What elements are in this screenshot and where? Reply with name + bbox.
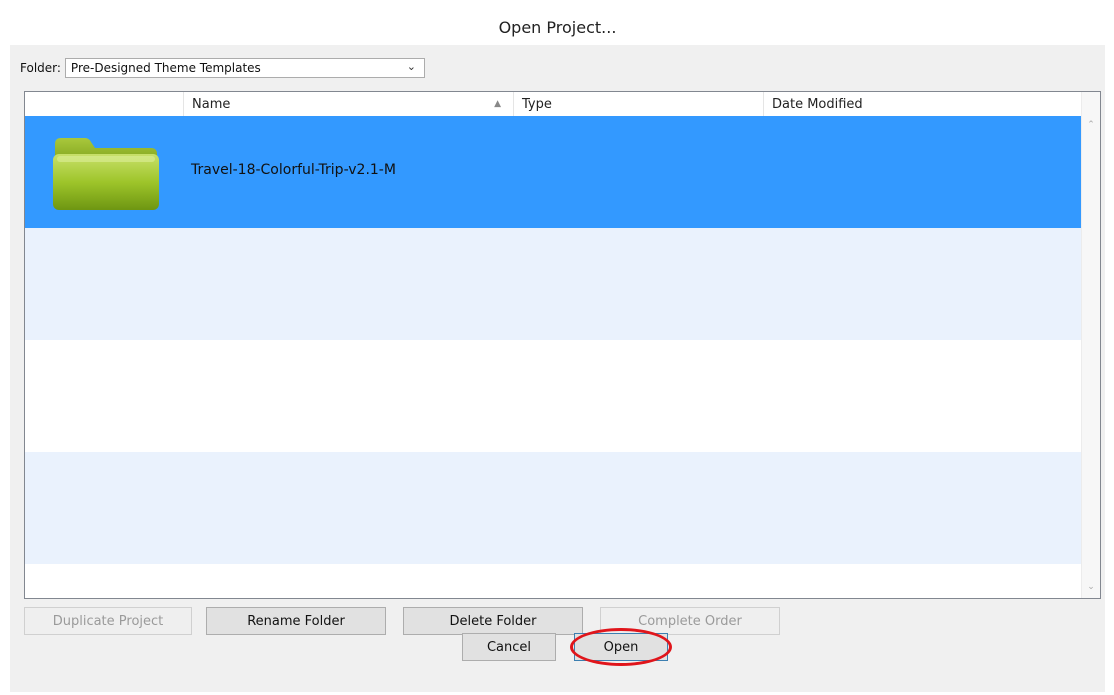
- column-name-label: Name: [192, 96, 231, 112]
- empty-row: [25, 228, 1083, 340]
- scroll-up-icon[interactable]: ⌃: [1082, 120, 1100, 130]
- complete-order-button[interactable]: Complete Order: [600, 607, 780, 635]
- column-date-label: Date Modified: [772, 96, 863, 112]
- open-project-dialog: Open Project... Folder: Pre-Designed The…: [10, 9, 1105, 692]
- empty-row: [25, 564, 1083, 598]
- cancel-button[interactable]: Cancel: [462, 633, 556, 661]
- file-list-header: Name ▲ Type Date Modified: [25, 92, 1083, 117]
- sort-ascending-icon: ▲: [494, 99, 501, 109]
- folder-icon: [53, 138, 159, 210]
- vertical-scrollbar[interactable]: ⌃ ⌄: [1081, 92, 1100, 598]
- folder-dropdown[interactable]: Pre-Designed Theme Templates ⌄: [64, 58, 425, 78]
- folder-row: Folder: Pre-Designed Theme Templates ⌄: [10, 56, 450, 80]
- column-header-date[interactable]: Date Modified: [763, 92, 1083, 116]
- duplicate-project-button[interactable]: Duplicate Project: [24, 607, 192, 635]
- column-type-label: Type: [522, 96, 552, 112]
- column-header-name[interactable]: Name ▲: [183, 92, 513, 116]
- empty-row: [25, 452, 1083, 564]
- folder-dropdown-value: Pre-Designed Theme Templates: [70, 61, 261, 75]
- column-header-type[interactable]: Type: [513, 92, 763, 116]
- rename-folder-button[interactable]: Rename Folder: [206, 607, 386, 635]
- folder-label: Folder:: [20, 61, 61, 75]
- file-name: Travel-18-Colorful-Trip-v2.1-M: [191, 162, 396, 178]
- file-row[interactable]: Travel-18-Colorful-Trip-v2.1-M: [25, 116, 1083, 228]
- scroll-down-icon[interactable]: ⌄: [1082, 582, 1100, 592]
- empty-row: [25, 340, 1083, 452]
- delete-folder-button[interactable]: Delete Folder: [403, 607, 583, 635]
- file-list[interactable]: Name ▲ Type Date Modified Travel-18-Colo…: [24, 91, 1101, 599]
- chevron-down-icon: ⌄: [406, 60, 416, 73]
- dialog-title: Open Project...: [10, 9, 1105, 45]
- open-button[interactable]: Open: [574, 633, 668, 661]
